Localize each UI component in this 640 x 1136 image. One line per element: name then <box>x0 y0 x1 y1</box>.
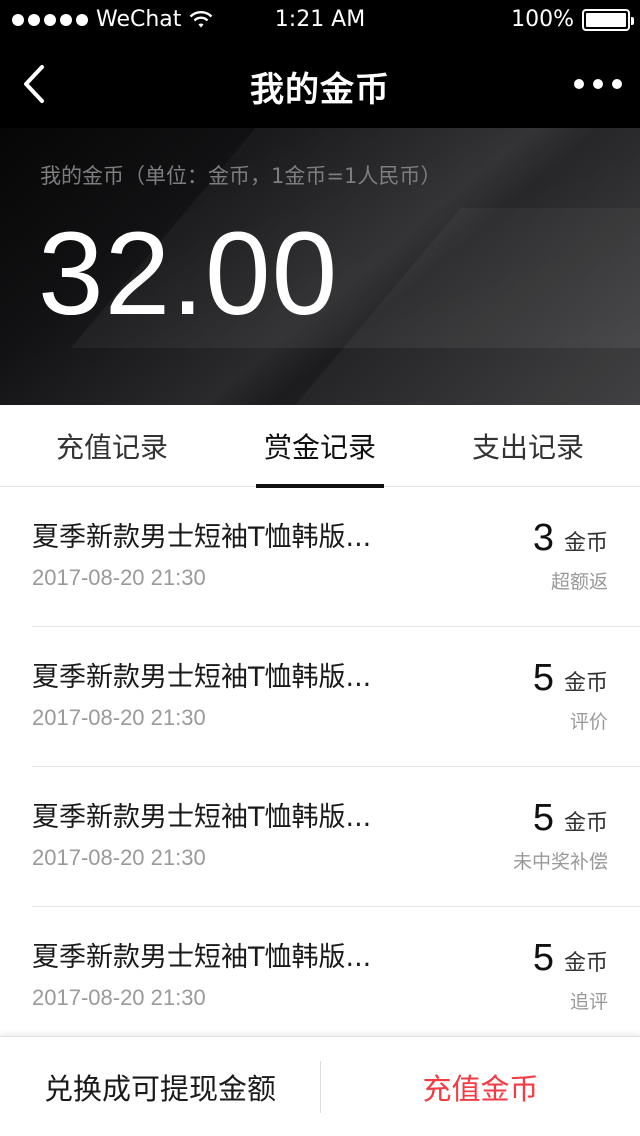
record-amount-group: 3 金币 <box>533 517 608 560</box>
battery-percent: 100% <box>511 7 574 32</box>
bottom-action-bar: 兑换成可提现金额 充值金币 <box>0 1036 640 1136</box>
record-amount-group: 5 金币 <box>533 937 608 980</box>
balance-amount: 32.00 <box>38 208 339 340</box>
record-time: 2017-08-20 21:30 <box>32 985 206 1010</box>
tab-reward-records[interactable]: 赏金记录 <box>224 405 416 488</box>
record-tag: 未中奖补偿 <box>512 851 608 873</box>
record-unit: 金币 <box>563 811 608 836</box>
more-dots-icon[interactable] <box>574 70 622 98</box>
exchange-to-withdrawable-button[interactable]: 兑换成可提现金额 <box>0 1037 320 1136</box>
record-title: 夏季新款男士短袖T恤韩版... <box>32 942 372 973</box>
record-title: 夏季新款男士短袖T恤韩版... <box>32 522 372 553</box>
record-time: 2017-08-20 21:30 <box>32 565 206 590</box>
record-amount-group: 5 金币 <box>533 797 608 840</box>
record-amount: 5 <box>532 937 554 979</box>
tab-recharge-records[interactable]: 充值记录 <box>0 405 224 487</box>
record-time: 2017-08-20 21:30 <box>32 705 206 730</box>
page-title: 我的金币 <box>250 70 390 110</box>
record-amount: 5 <box>532 797 554 839</box>
page: WeChat 1:21 AM 100% 我的金币 我的金币（单位：金币，1金币=… <box>0 0 640 1136</box>
record-tag: 评价 <box>569 711 608 733</box>
record-amount: 3 <box>532 517 554 559</box>
record-title: 夏季新款男士短袖T恤韩版... <box>32 662 372 693</box>
record-unit: 金币 <box>563 951 608 976</box>
record-tag: 超额返 <box>550 571 608 593</box>
recharge-coins-button[interactable]: 充值金币 <box>321 1037 640 1136</box>
record-amount: 5 <box>532 657 554 699</box>
record-unit: 金币 <box>563 671 608 696</box>
tab-expense-records[interactable]: 支出记录 <box>416 405 640 487</box>
list-item[interactable]: 夏季新款男士短袖T恤韩版... 2017-08-20 21:30 5 金币 未中… <box>32 767 640 907</box>
list-item[interactable]: 夏季新款男士短袖T恤韩版... 2017-08-20 21:30 5 金币 追评 <box>32 907 640 1047</box>
battery-icon <box>582 8 634 31</box>
balance-banner: 我的金币（单位：金币，1金币=1人民币） 32.00 <box>0 128 640 405</box>
record-time: 2017-08-20 21:30 <box>32 845 206 870</box>
status-bar: WeChat 1:21 AM 100% <box>0 0 640 40</box>
record-title: 夏季新款男士短袖T恤韩版... <box>32 802 372 833</box>
list-item[interactable]: 夏季新款男士短袖T恤韩版... 2017-08-20 21:30 3 金币 超额… <box>32 487 640 627</box>
record-tag: 追评 <box>569 991 608 1013</box>
balance-caption: 我的金币（单位：金币，1金币=1人民币） <box>40 164 442 188</box>
record-unit: 金币 <box>563 531 608 556</box>
record-amount-group: 5 金币 <box>533 657 608 700</box>
list-item[interactable]: 夏季新款男士短袖T恤韩版... 2017-08-20 21:30 5 金币 评价 <box>32 627 640 767</box>
record-tabs: 充值记录 赏金记录 支出记录 <box>0 405 640 488</box>
nav-bar: 我的金币 <box>0 40 640 128</box>
record-list: 夏季新款男士短袖T恤韩版... 2017-08-20 21:30 3 金币 超额… <box>0 487 640 1047</box>
battery-fill <box>586 12 626 27</box>
status-right: 100% <box>511 7 634 32</box>
